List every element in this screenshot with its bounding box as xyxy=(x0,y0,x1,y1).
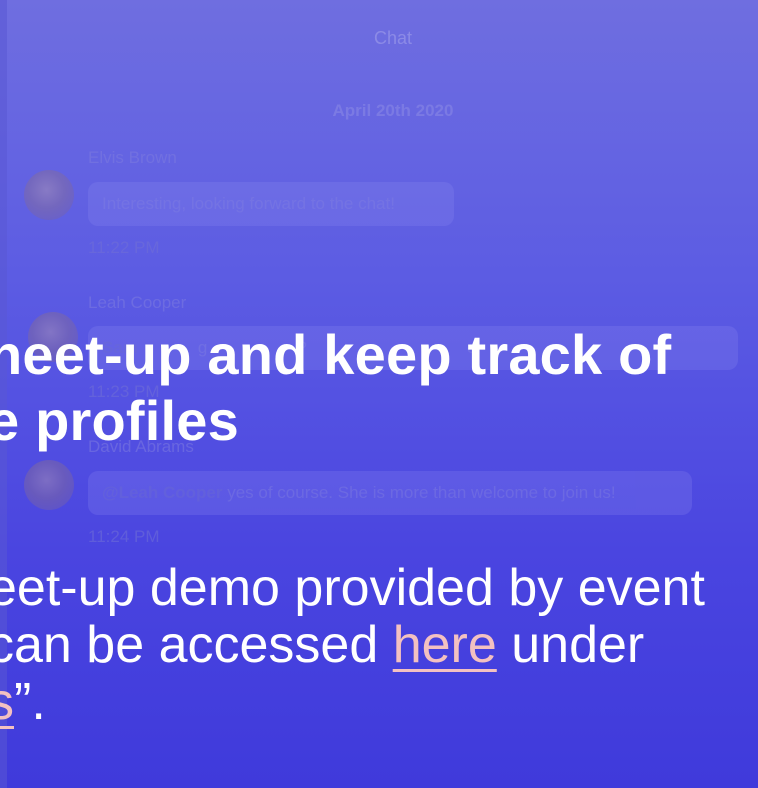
message-time: 11:22 PM xyxy=(88,238,160,257)
headline-line: e profiles xyxy=(0,389,239,452)
description-text: under xyxy=(496,616,645,674)
message-bubble: @Leah Cooper yes of course. She is more … xyxy=(88,471,692,515)
slide-overlay: Chat April 20th 2020 Elvis Brown Interes… xyxy=(0,0,758,788)
description-text: ”. xyxy=(14,673,46,731)
avatar xyxy=(24,460,74,510)
overlay-description: eet-up demo provided by event can be acc… xyxy=(0,560,705,731)
message-sender: Leah Cooper xyxy=(88,293,187,312)
message-bubble: Interesting, looking forward to the chat… xyxy=(88,182,454,226)
sessions-link[interactable]: s xyxy=(0,673,14,731)
message-time: 11:24 PM xyxy=(88,527,160,546)
here-link[interactable]: here xyxy=(393,616,497,674)
message-sender: Elvis Brown xyxy=(88,148,177,167)
message-text: yes of course. She is more than welcome … xyxy=(222,483,616,502)
avatar xyxy=(24,170,74,220)
description-line: eet-up demo provided by event xyxy=(0,559,705,617)
chat-title: Chat xyxy=(373,28,413,48)
description-text: can be accessed xyxy=(0,616,393,674)
message-mention: @Leah Cooper xyxy=(102,483,223,502)
headline-line: neet-up and keep track of xyxy=(0,323,672,386)
chat-date-separator: April 20th 2020 xyxy=(332,101,454,120)
overlay-headline: neet-up and keep track of e profiles xyxy=(0,322,671,454)
